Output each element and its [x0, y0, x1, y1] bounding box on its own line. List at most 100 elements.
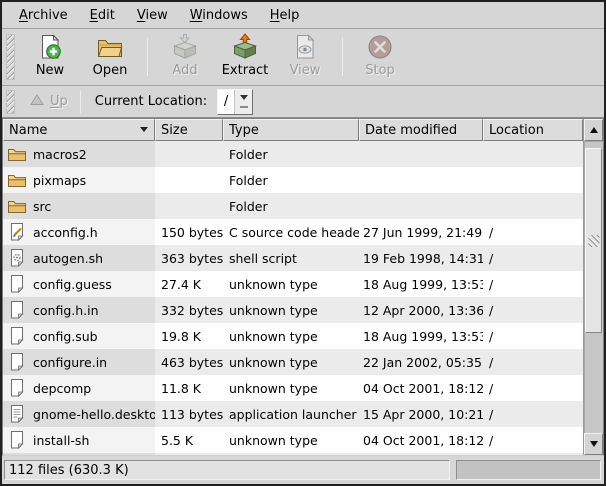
current-location-label: Current Location:	[95, 94, 207, 109]
view-file-icon	[291, 33, 319, 61]
file-size: 363 bytes	[155, 245, 223, 271]
view-button: View	[275, 32, 335, 82]
file-type: Folder	[223, 167, 359, 193]
menu-help-mnemonic: H	[270, 8, 280, 23]
table-row[interactable]: src Folder	[3, 193, 583, 219]
file-date-modified	[359, 193, 483, 219]
file-date-modified: 27 Jun 1999, 21:49	[359, 219, 483, 245]
column-headers: Name Size Type Date modified Location	[3, 119, 583, 141]
file-type: unknown type	[223, 323, 359, 349]
open-button-label: Open	[93, 63, 128, 78]
toolbar-separator	[147, 38, 148, 76]
toolbar: New Open Add Extract View Stop	[2, 29, 604, 86]
document-icon	[7, 300, 27, 320]
menu-archive-label: rchive	[28, 8, 68, 23]
table-row[interactable]: config.h.in 332 bytes unknown type 12 Ap…	[3, 297, 583, 323]
table-row[interactable]: gnome-hello.desktop 113 bytes applicatio…	[3, 401, 583, 427]
file-list-frame: Name Size Type Date modified Location ma…	[2, 118, 604, 456]
file-date-modified: 04 Oct 2001, 18:12	[359, 375, 483, 401]
file-date-modified: 18 Aug 1999, 13:53	[359, 323, 483, 349]
toolbar-drag-handle[interactable]	[6, 34, 15, 80]
file-location: /	[483, 427, 583, 453]
table-row-partial[interactable]	[3, 453, 583, 455]
file-type: unknown type	[223, 271, 359, 297]
location-combo[interactable]: /	[217, 89, 253, 115]
location-bar: Up Current Location: /	[2, 86, 604, 118]
file-size: 11.8 K	[155, 375, 223, 401]
file-rows: macros2 Folder pixmaps Folder src Folder…	[3, 141, 583, 455]
file-size: 463 bytes	[155, 349, 223, 375]
add-files-icon	[171, 33, 199, 61]
scrollbar-track[interactable]	[584, 141, 603, 433]
file-name: autogen.sh	[33, 251, 103, 266]
column-header-type[interactable]: Type	[223, 119, 359, 141]
column-header-size[interactable]: Size	[155, 119, 223, 141]
open-folder-icon	[96, 33, 124, 61]
up-button-label: Up	[50, 94, 68, 109]
file-size: 5.5 K	[155, 427, 223, 453]
file-size: 332 bytes	[155, 297, 223, 323]
scrollbar-thumb[interactable]	[585, 148, 602, 333]
column-header-location[interactable]: Location	[483, 119, 583, 141]
combo-bar	[240, 106, 248, 108]
menu-windows-mnemonic: W	[190, 8, 203, 23]
shell-script-icon	[7, 248, 27, 268]
folder-icon	[7, 170, 27, 190]
combo-dropdown-icon[interactable]	[235, 90, 252, 114]
extract-button[interactable]: Extract	[215, 32, 275, 82]
menu-archive[interactable]: Archive	[8, 4, 79, 27]
file-location	[483, 193, 583, 219]
column-header-name[interactable]: Name	[3, 119, 155, 141]
file-size: 113 bytes	[155, 401, 223, 427]
file-size: 19.8 K	[155, 323, 223, 349]
table-row[interactable]: pixmaps Folder	[3, 167, 583, 193]
menu-help[interactable]: Help	[259, 4, 311, 27]
file-size	[155, 193, 223, 219]
file-name: config.h.in	[33, 303, 99, 318]
file-location: /	[483, 323, 583, 349]
table-row[interactable]: configure.in 463 bytes unknown type 22 J…	[3, 349, 583, 375]
file-name: src	[33, 199, 51, 214]
menu-view-label: iew	[145, 8, 167, 23]
stop-button-label: Stop	[365, 63, 395, 78]
up-button: Up	[20, 90, 78, 114]
menu-edit-mnemonic: E	[90, 8, 98, 23]
file-size: 27.4 K	[155, 271, 223, 297]
table-row[interactable]: macros2 Folder	[3, 141, 583, 167]
file-type: application launcher	[223, 401, 359, 427]
extract-icon	[231, 33, 259, 61]
table-row[interactable]: acconfig.h 150 bytes C source code heade…	[3, 219, 583, 245]
folder-icon	[7, 144, 27, 164]
archive-manager-window: Archive Edit View Windows Help New Open …	[0, 0, 606, 486]
open-button[interactable]: Open	[80, 32, 140, 82]
column-header-date-modified[interactable]: Date modified	[359, 119, 483, 141]
up-arrow-icon	[30, 94, 44, 110]
table-row[interactable]: depcomp 11.8 K unknown type 04 Oct 2001,…	[3, 375, 583, 401]
menu-help-label: elp	[280, 8, 300, 23]
file-location: /	[483, 401, 583, 427]
menu-windows[interactable]: Windows	[179, 4, 259, 27]
new-button[interactable]: New	[20, 32, 80, 82]
locationbar-drag-handle[interactable]	[6, 90, 15, 114]
file-name: gnome-hello.desktop	[33, 407, 155, 422]
table-row[interactable]: config.guess 27.4 K unknown type 18 Aug …	[3, 271, 583, 297]
table-row[interactable]: autogen.sh 363 bytes shell script 19 Feb…	[3, 245, 583, 271]
launcher-icon	[7, 404, 27, 424]
file-date-modified: 04 Oct 2001, 18:12	[359, 427, 483, 453]
table-row[interactable]: install-sh 5.5 K unknown type 04 Oct 200…	[3, 427, 583, 453]
file-size	[155, 141, 223, 167]
menu-view[interactable]: View	[126, 4, 179, 27]
file-name: configure.in	[33, 355, 107, 370]
menu-archive-mnemonic: A	[19, 8, 28, 23]
progress-bar-trough	[456, 460, 601, 480]
table-row[interactable]: config.sub 19.8 K unknown type 18 Aug 19…	[3, 323, 583, 349]
file-size	[155, 167, 223, 193]
scroll-down-icon	[590, 441, 598, 451]
document-icon	[7, 378, 27, 398]
stop-icon	[366, 33, 394, 61]
file-location: /	[483, 245, 583, 271]
scrollbar-up-button[interactable]	[584, 119, 603, 141]
menu-edit[interactable]: Edit	[79, 4, 126, 27]
file-date-modified: 15 Apr 2000, 10:21	[359, 401, 483, 427]
scrollbar-down-button[interactable]	[584, 433, 603, 455]
